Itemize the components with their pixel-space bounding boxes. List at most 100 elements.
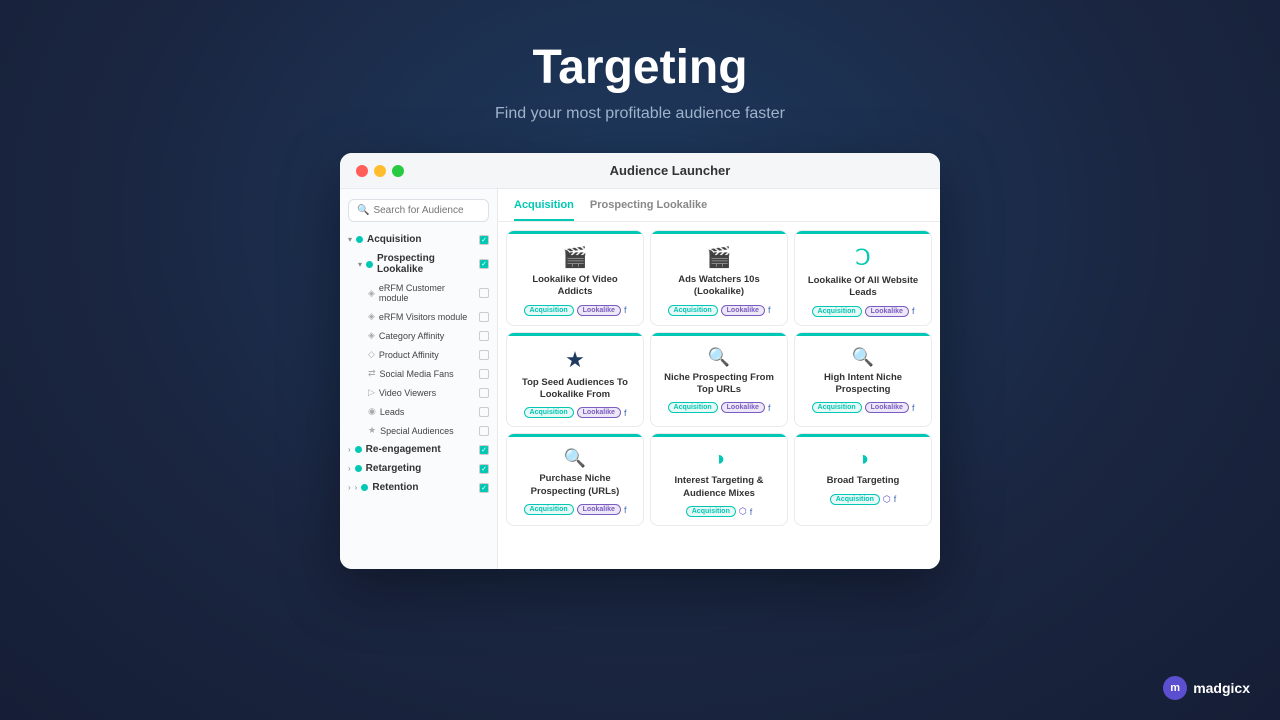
card-top-seed[interactable]: ★ Top Seed Audiences To Lookalike From A…	[506, 332, 644, 428]
pie-icon: ◑	[857, 448, 869, 471]
sidebar-label: Leads	[380, 407, 405, 417]
window-controls	[356, 165, 404, 177]
tag-acquisition: Acquisition	[812, 402, 862, 413]
icon-small: ◈	[368, 330, 375, 341]
checkbox[interactable]: ✓	[479, 483, 489, 493]
card-title: Lookalike Of All Website Leads	[803, 275, 923, 300]
sidebar: 🔍 ▾ Acquisition ✓ ▾ Prospecting Lookalik…	[340, 189, 498, 569]
page-content: Targeting Find your most profitable audi…	[0, 0, 1280, 569]
tag-lookalike: Lookalike	[577, 504, 621, 515]
window-body: 🔍 ▾ Acquisition ✓ ▾ Prospecting Lookalik…	[340, 189, 940, 569]
facebook-icon: f	[624, 305, 627, 315]
tag-lookalike: Lookalike	[865, 306, 909, 317]
checkbox[interactable]: ✓	[479, 259, 489, 269]
video-icon: 🎬	[707, 245, 732, 270]
sidebar-label: Retention	[372, 482, 418, 493]
indicator	[361, 484, 368, 491]
search-icon: 🔍	[852, 347, 874, 368]
tabs-bar: Acquisition Prospecting Lookalike	[498, 189, 940, 222]
tab-prospecting[interactable]: Prospecting Lookalike	[590, 199, 707, 221]
madgicx-logo: m madgicx	[1163, 676, 1250, 700]
card-title: Lookalike Of Video Addicts	[515, 274, 635, 299]
checkbox[interactable]	[479, 407, 489, 417]
card-broad-targeting[interactable]: ◑ Broad Targeting Acquisition ⬡ f	[794, 433, 932, 526]
app-window: Audience Launcher 🔍 ▾ Acquisition ✓ ▾	[340, 153, 940, 569]
window-title: Audience Launcher	[416, 163, 924, 178]
sidebar-item-video-viewers[interactable]: ▷ Video Viewers	[340, 383, 497, 402]
sidebar-item-leads[interactable]: ◉ Leads	[340, 402, 497, 421]
sidebar-label: eRFM Visitors module	[379, 312, 467, 322]
card-tags: Acquisition ⬡ f	[830, 494, 897, 505]
tag-acquisition: Acquisition	[668, 402, 718, 413]
sidebar-item-erfm-visitors[interactable]: ◈ eRFM Visitors module	[340, 307, 497, 326]
card-ads-watchers[interactable]: 🎬 Ads Watchers 10s (Lookalike) Acquisiti…	[650, 230, 788, 326]
window-titlebar: Audience Launcher	[340, 153, 940, 189]
sidebar-item-retention[interactable]: › › Retention ✓	[340, 478, 497, 497]
chevron-icon: ›	[348, 445, 351, 454]
checkbox[interactable]: ✓	[479, 445, 489, 455]
close-button[interactable]	[356, 165, 368, 177]
tag-lookalike: Lookalike	[577, 305, 621, 316]
search-input[interactable]	[373, 205, 480, 216]
card-tags: Acquisition Lookalike f	[668, 402, 771, 413]
card-title: Top Seed Audiences To Lookalike From	[515, 377, 635, 402]
checkbox[interactable]	[479, 369, 489, 379]
minimize-button[interactable]	[374, 165, 386, 177]
facebook-icon: f	[768, 305, 771, 315]
facebook-icon: f	[894, 494, 897, 504]
checkbox[interactable]	[479, 426, 489, 436]
page-title: Targeting	[532, 40, 747, 95]
tag-lookalike: Lookalike	[865, 402, 909, 413]
tab-acquisition[interactable]: Acquisition	[514, 199, 574, 221]
card-tags: Acquisition Lookalike f	[524, 305, 627, 316]
card-title: Purchase Niche Prospecting (URLs)	[515, 473, 635, 498]
checkbox[interactable]: ✓	[479, 235, 489, 245]
checkbox[interactable]: ✓	[479, 464, 489, 474]
icon-small: ◉	[368, 406, 376, 417]
sidebar-item-product-affinity[interactable]: ◇ Product Affinity	[340, 345, 497, 364]
main-content: Acquisition Prospecting Lookalike 🎬 Look…	[498, 189, 940, 569]
sidebar-label: Re-engagement	[366, 444, 441, 455]
pie-icon: ◑	[713, 448, 725, 471]
card-purchase-niche[interactable]: 🔍 Purchase Niche Prospecting (URLs) Acqu…	[506, 433, 644, 526]
card-niche-urls[interactable]: 🔍 Niche Prospecting From Top URLs Acquis…	[650, 332, 788, 428]
sidebar-label: Retargeting	[366, 463, 422, 474]
sidebar-item-retargeting[interactable]: › Retargeting ✓	[340, 459, 497, 478]
search-icon: 🔍	[564, 448, 586, 469]
icon-small: ◈	[368, 288, 375, 299]
card-tags: Acquisition ⬡ f	[686, 506, 753, 517]
sidebar-item-social-media-fans[interactable]: ⇄ Social Media Fans	[340, 364, 497, 383]
card-lookalike-all[interactable]: Ↄ Lookalike Of All Website Leads Acquisi…	[794, 230, 932, 326]
sidebar-item-prospecting-lookalike[interactable]: ▾ Prospecting Lookalike ✓	[340, 249, 497, 279]
madgicx-icon-letter: m	[1170, 682, 1180, 694]
tag-acquisition: Acquisition	[524, 504, 574, 515]
facebook-icon: f	[624, 505, 627, 515]
maximize-button[interactable]	[392, 165, 404, 177]
sidebar-item-re-engagement[interactable]: › Re-engagement ✓	[340, 440, 497, 459]
checkbox[interactable]	[479, 331, 489, 341]
icon-small: ◈	[368, 311, 375, 322]
checkbox[interactable]	[479, 288, 489, 298]
sidebar-item-erfm-customer[interactable]: ◈ eRFM Customer module	[340, 279, 497, 307]
checkbox[interactable]	[479, 350, 489, 360]
sidebar-label: Prospecting Lookalike	[377, 253, 475, 275]
card-tags: Acquisition Lookalike f	[812, 402, 915, 413]
indicator	[356, 236, 363, 243]
chevron-icon: ▾	[348, 235, 352, 244]
sidebar-item-category-affinity[interactable]: ◈ Category Affinity	[340, 326, 497, 345]
madgicx-icon: ⬡	[739, 506, 747, 517]
card-interest-targeting[interactable]: ◑ Interest Targeting & Audience Mixes Ac…	[650, 433, 788, 526]
card-title: Interest Targeting & Audience Mixes	[659, 475, 779, 500]
tag-lookalike: Lookalike	[721, 305, 765, 316]
card-lookalike-video[interactable]: 🎬 Lookalike Of Video Addicts Acquisition…	[506, 230, 644, 326]
card-title: Niche Prospecting From Top URLs	[659, 372, 779, 397]
checkbox[interactable]	[479, 312, 489, 322]
c-icon: Ↄ	[855, 245, 870, 271]
icon-small: ▷	[368, 387, 375, 398]
sidebar-label: Category Affinity	[379, 331, 444, 341]
sidebar-item-special-audiences[interactable]: ★ Special Audiences	[340, 421, 497, 440]
sidebar-item-acquisition[interactable]: ▾ Acquisition ✓	[340, 230, 497, 249]
card-high-intent[interactable]: 🔍 High Intent Niche Prospecting Acquisit…	[794, 332, 932, 428]
search-bar[interactable]: 🔍	[348, 199, 489, 222]
checkbox[interactable]	[479, 388, 489, 398]
